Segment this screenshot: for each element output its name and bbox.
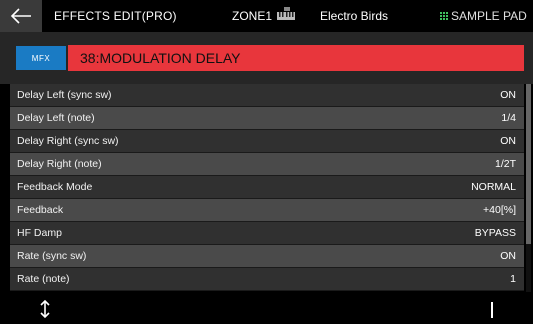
- param-row[interactable]: Delay Left (note) 1/4: [10, 107, 524, 130]
- param-value: ON: [500, 250, 516, 262]
- pad-grid-icon: [440, 11, 449, 21]
- param-value: ON: [500, 135, 516, 147]
- param-value: 1: [510, 273, 516, 285]
- parameter-list: Delay Left (sync sw) ON Delay Left (note…: [10, 84, 524, 292]
- param-row[interactable]: Rate (sync sw) ON: [10, 245, 524, 268]
- param-label: Delay Left (note): [17, 112, 95, 124]
- param-row[interactable]: Delay Right (sync sw) ON: [10, 130, 524, 153]
- up-down-arrow-icon[interactable]: [38, 299, 52, 319]
- zone-label[interactable]: ZONE1: [232, 9, 272, 23]
- param-row[interactable]: Feedback +40[%]: [10, 199, 524, 222]
- mfx-button[interactable]: MFX: [16, 46, 66, 70]
- param-value: ON: [500, 89, 516, 101]
- param-value: BYPASS: [474, 227, 516, 239]
- param-value: 1/2T: [494, 158, 516, 170]
- param-value: 1/4: [501, 112, 516, 124]
- scene-name[interactable]: Electro Birds: [320, 9, 388, 23]
- header-bar: EFFECTS EDIT(PRO) ZONE1 Electro Birds SA…: [0, 0, 533, 32]
- sample-pad-button[interactable]: SAMPLE PAD: [440, 9, 527, 23]
- param-row[interactable]: Rate (note) 1: [10, 268, 524, 291]
- param-label: Rate (sync sw): [17, 250, 87, 262]
- page-title: EFFECTS EDIT(PRO): [54, 9, 177, 23]
- param-label: Feedback Mode: [17, 181, 93, 193]
- param-row[interactable]: Feedback Mode NORMAL: [10, 176, 524, 199]
- param-row[interactable]: Delay Right (note) 1/2T: [10, 153, 524, 176]
- param-value: +40[%]: [483, 204, 516, 216]
- mfx-section: MFX 38:MODULATION DELAY: [0, 32, 533, 84]
- back-arrow-icon: [10, 8, 31, 24]
- scrollbar-thumb[interactable]: [526, 84, 531, 244]
- keyboard-icon: [277, 7, 295, 20]
- footer-bar: [0, 292, 533, 324]
- mfx-effect-name[interactable]: 38:MODULATION DELAY: [68, 45, 524, 71]
- param-row[interactable]: HF Damp BYPASS: [10, 222, 524, 245]
- param-value: NORMAL: [471, 181, 516, 193]
- cursor-bar-icon[interactable]: [491, 302, 493, 318]
- param-label: Feedback: [17, 204, 64, 216]
- param-label: Delay Right (note): [17, 158, 102, 170]
- back-button[interactable]: [0, 0, 42, 32]
- param-label: Rate (note): [17, 273, 70, 285]
- param-label: Delay Left (sync sw): [17, 89, 112, 101]
- param-label: HF Damp: [17, 227, 62, 239]
- param-label: Delay Right (sync sw): [17, 135, 119, 147]
- sample-pad-label: SAMPLE PAD: [451, 9, 527, 23]
- param-row[interactable]: Delay Left (sync sw) ON: [10, 84, 524, 107]
- scrollbar[interactable]: [526, 84, 531, 292]
